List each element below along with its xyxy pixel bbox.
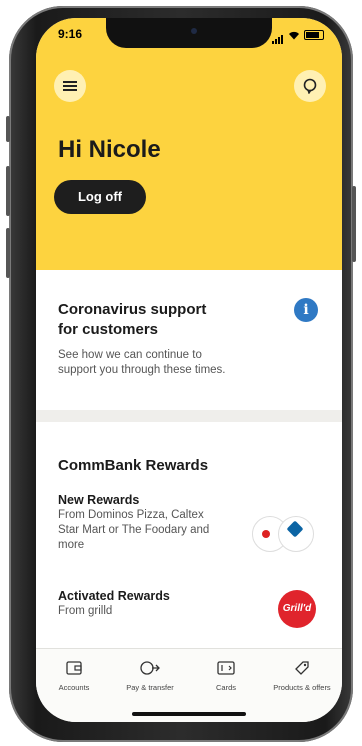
signal-icon [272,26,284,44]
volume-up-button [6,166,10,216]
grilld-logo: Grill'd [278,590,316,628]
power-button [352,186,356,262]
covid-card-title-line1: Coronavirus support [58,301,207,318]
new-rewards-title: New Rewards [58,493,140,507]
hamburger-menu-icon [63,81,77,91]
tab-cards[interactable]: Cards [188,659,264,692]
battery-icon [304,30,324,40]
page-title: Hi Nicole [58,136,161,163]
volume-down-button [6,228,10,278]
tab-cards-label: Cards [215,683,236,692]
new-rewards-line1: From Dominos Pizza, Caltex [58,509,204,521]
coronavirus-support-card[interactable]: Coronavirus support for customers See ho… [36,270,342,410]
info-icon[interactable]: i [294,298,318,322]
covid-card-title-line2: for customers [58,321,159,338]
tab-pay-transfer[interactable]: Pay & transfer [112,659,188,692]
camera [191,28,197,34]
new-rewards-line3: more [58,539,85,551]
notch [106,18,272,48]
tab-products-offers-label: Products & offers [273,683,331,692]
cards-icon [217,661,235,675]
app-screen: 9:16 Hi Nicole Log off Coronavirus suppo… [36,18,342,722]
menu-button[interactable] [54,70,86,102]
tab-bar: Accounts Pay & transfer Cards Products &… [36,648,342,722]
new-rewards-line2: Star Mart or The Foodary and [58,524,210,536]
rewards-card-title: CommBank Rewards [58,457,209,474]
activated-rewards-sub: From grilld [58,605,113,617]
status-time: 9:16 [58,27,83,41]
help-button[interactable] [294,70,326,102]
dominos-logo [278,516,314,552]
tab-accounts[interactable]: Accounts [36,659,112,692]
products-offers-icon [295,661,309,675]
accounts-icon [66,661,82,675]
tab-pay-transfer-label: Pay & transfer [126,683,174,692]
tab-accounts-label: Accounts [58,683,90,692]
covid-card-body-line1: See how we can continue to [58,349,202,361]
logoff-button[interactable]: Log off [54,180,146,214]
mute-switch [6,116,10,142]
activated-rewards-title: Activated Rewards [58,589,170,603]
home-indicator [132,712,246,716]
covid-card-body-line2: support you through these times. [58,364,226,376]
chat-help-icon [303,78,317,94]
pay-transfer-icon [140,661,160,675]
wifi-icon [289,31,299,39]
tab-products-offers[interactable]: Products & offers [264,659,340,692]
status-icons [272,26,324,44]
